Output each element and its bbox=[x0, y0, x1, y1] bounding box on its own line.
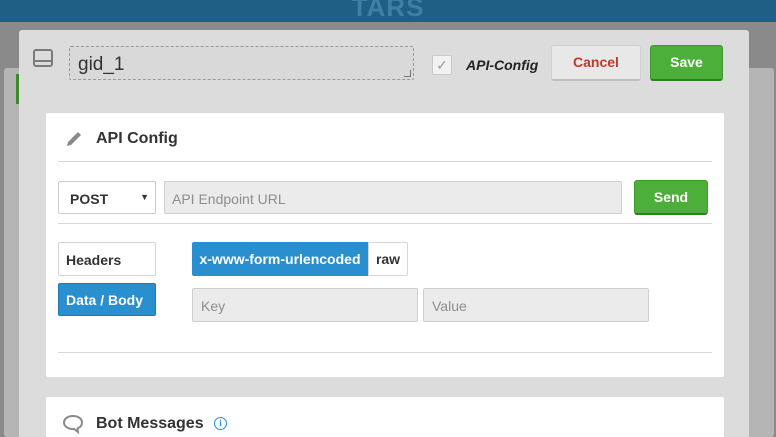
api-config-title: API Config bbox=[96, 130, 178, 147]
encoding-raw-button[interactable]: raw bbox=[368, 242, 408, 276]
chevron-down-icon: ▼ bbox=[140, 192, 149, 202]
encoding-form-urlencoded-button[interactable]: x-www-form-urlencoded bbox=[192, 242, 368, 276]
save-button[interactable]: Save bbox=[650, 45, 723, 81]
pencil-icon bbox=[64, 129, 84, 149]
divider bbox=[58, 223, 712, 224]
modal-toolbar: gid_1 ✓ API-Config Cancel Save bbox=[19, 30, 749, 100]
api-endpoint-url-input[interactable]: API Endpoint URL bbox=[164, 181, 622, 214]
node-icon bbox=[33, 49, 53, 67]
tab-headers[interactable]: Headers bbox=[58, 242, 156, 276]
node-editor-modal: gid_1 ✓ API-Config Cancel Save API Confi… bbox=[19, 30, 749, 437]
divider bbox=[58, 161, 712, 162]
cancel-button[interactable]: Cancel bbox=[551, 45, 641, 81]
api-config-label: API-Config bbox=[466, 57, 539, 73]
chat-bubble-icon bbox=[62, 414, 84, 435]
http-method-select[interactable]: POST ▼ bbox=[58, 181, 156, 214]
key-input[interactable]: Key bbox=[192, 288, 418, 322]
bot-messages-title: Bot Messages bbox=[96, 415, 204, 432]
bot-messages-card: Bot Messages i bbox=[46, 397, 724, 437]
node-name-field[interactable]: gid_1 bbox=[69, 46, 414, 80]
api-config-checkbox[interactable]: ✓ bbox=[432, 55, 452, 75]
value-input[interactable]: Value bbox=[423, 288, 649, 322]
tab-data-body[interactable]: Data / Body bbox=[58, 283, 156, 316]
info-icon[interactable]: i bbox=[214, 417, 227, 430]
http-method-value: POST bbox=[70, 191, 109, 207]
api-config-card: API Config POST ▼ API Endpoint URL Send … bbox=[46, 113, 724, 377]
send-button[interactable]: Send bbox=[634, 180, 708, 215]
divider bbox=[58, 352, 712, 353]
app-logo: TARS bbox=[351, 0, 425, 22]
